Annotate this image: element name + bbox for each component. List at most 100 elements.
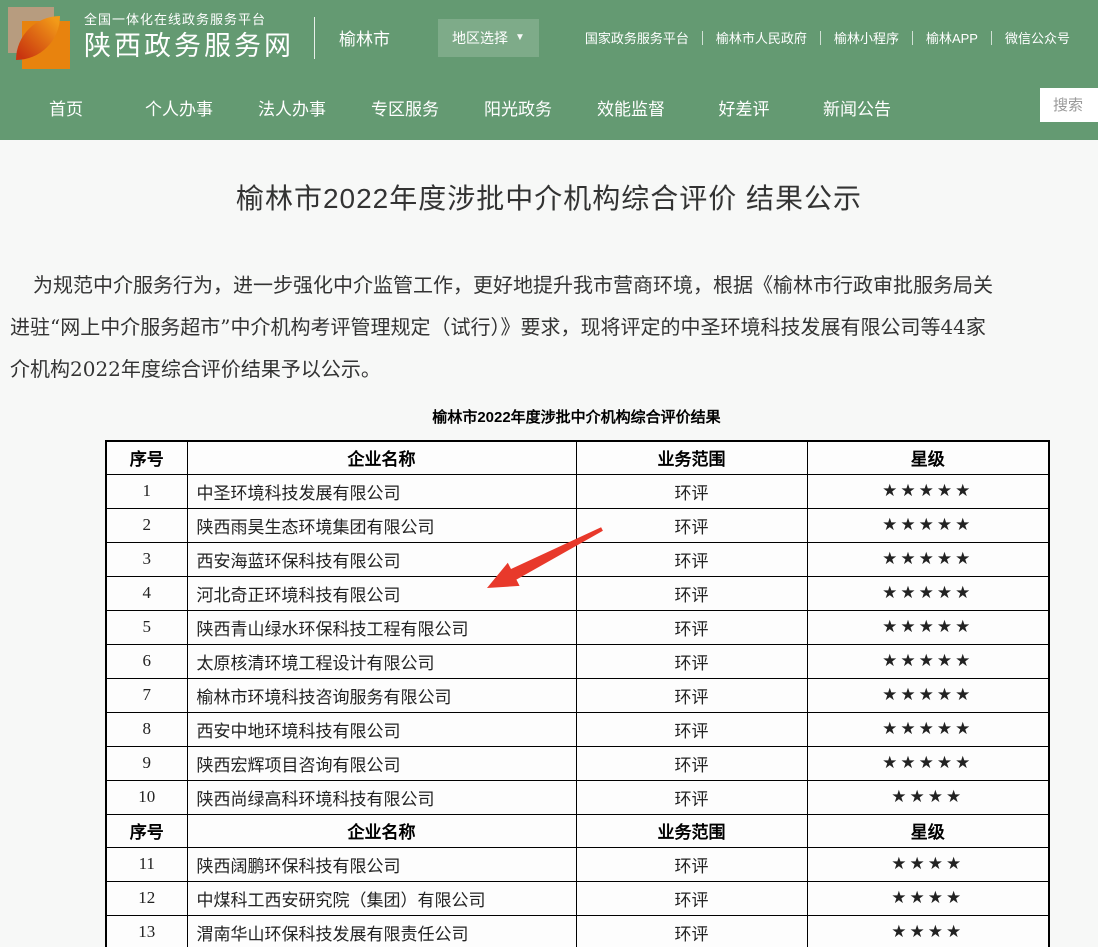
site-name: 陕西政务服务网: [84, 30, 294, 64]
nav-item[interactable]: 新闻公告: [821, 95, 893, 120]
column-header: 星级: [807, 814, 1049, 847]
cell-index: 7: [106, 678, 187, 712]
cell-business-scope: 环评: [576, 915, 807, 947]
nav-item[interactable]: 法人办事: [256, 95, 328, 120]
header-link[interactable]: 微信公众号: [1005, 28, 1070, 47]
cell-business-scope: 环评: [576, 780, 807, 814]
paragraph-line: 为规范中介服务行为，进一步强化中介监管工作，更好地提升我市营商环境，根据《榆林市…: [0, 264, 1098, 306]
cell-company-name: 中煤科工西安研究院（集团）有限公司: [187, 881, 576, 915]
cell-index: 8: [106, 712, 187, 746]
cell-star-rating: ★★★★★: [807, 542, 1049, 576]
paragraph-line: 进驻“网上中介服务超市”中介机构考评管理规定（试行）》要求，现将评定的中圣环境科…: [0, 306, 1098, 348]
cell-company-name: 河北奇正环境科技有限公司: [187, 576, 576, 610]
cell-company-name: 榆林市环境科技咨询服务有限公司: [187, 678, 576, 712]
cell-company-name: 陕西宏辉项目咨询有限公司: [187, 746, 576, 780]
cell-index: 4: [106, 576, 187, 610]
site-header: 全国一体化在线政务服务平台 陕西政务服务网 榆林市 地区选择 ▼ 国家政务服务平…: [0, 0, 1098, 75]
table-header-row: 序号企业名称业务范围星级: [106, 441, 1049, 474]
cell-business-scope: 环评: [576, 508, 807, 542]
cell-index: 3: [106, 542, 187, 576]
site-logo[interactable]: [8, 7, 70, 69]
announcement-article: 榆林市2022年度涉批中介机构综合评价 结果公示 为规范中介服务行为，进一步强化…: [0, 140, 1098, 947]
cell-index: 13: [106, 915, 187, 947]
table-row: 4河北奇正环境科技有限公司环评★★★★★: [106, 576, 1049, 610]
cell-star-rating: ★★★★: [807, 881, 1049, 915]
cell-index: 6: [106, 644, 187, 678]
column-header: 企业名称: [187, 441, 576, 474]
link-separator: [991, 31, 992, 45]
cell-index: 12: [106, 881, 187, 915]
cell-company-name: 中圣环境科技发展有限公司: [187, 474, 576, 508]
nav-item[interactable]: 个人办事: [143, 95, 215, 120]
header-link[interactable]: 国家政务服务平台: [585, 28, 689, 47]
cell-index: 9: [106, 746, 187, 780]
cell-star-rating: ★★★★★: [807, 610, 1049, 644]
cell-business-scope: 环评: [576, 644, 807, 678]
cell-company-name: 渭南华山环保科技发展有限责任公司: [187, 915, 576, 947]
table-row: 9陕西宏辉项目咨询有限公司环评★★★★★: [106, 746, 1049, 780]
cell-company-name: 陕西尚绿高科环境科技有限公司: [187, 780, 576, 814]
cell-business-scope: 环评: [576, 712, 807, 746]
table-row: 12中煤科工西安研究院（集团）有限公司环评★★★★: [106, 881, 1049, 915]
announcement-paragraph: 为规范中介服务行为，进一步强化中介监管工作，更好地提升我市营商环境，根据《榆林市…: [0, 264, 1098, 390]
header-link[interactable]: 榆林APP: [926, 28, 978, 47]
table-row: 7榆林市环境科技咨询服务有限公司环评★★★★★: [106, 678, 1049, 712]
link-separator: [820, 31, 821, 45]
cell-business-scope: 环评: [576, 474, 807, 508]
table-row: 10陕西尚绿高科环境科技有限公司环评★★★★: [106, 780, 1049, 814]
cell-business-scope: 环评: [576, 881, 807, 915]
cell-star-rating: ★★★★★: [807, 712, 1049, 746]
table-container: 序号企业名称业务范围星级1中圣环境科技发展有限公司环评★★★★★2陕西雨昊生态环…: [105, 440, 1048, 947]
table-row: 1中圣环境科技发展有限公司环评★★★★★: [106, 474, 1049, 508]
cell-business-scope: 环评: [576, 576, 807, 610]
cell-business-scope: 环评: [576, 847, 807, 881]
table-row: 13渭南华山环保科技发展有限责任公司环评★★★★: [106, 915, 1049, 947]
cell-index: 5: [106, 610, 187, 644]
cell-star-rating: ★★★★★: [807, 474, 1049, 508]
current-city-link[interactable]: 榆林市: [339, 25, 390, 50]
cell-company-name: 西安海蓝环保科技有限公司: [187, 542, 576, 576]
table-row: 6太原核清环境工程设计有限公司环评★★★★★: [106, 644, 1049, 678]
table-caption: 榆林市2022年度涉批中介机构综合评价结果: [105, 406, 1048, 427]
header-divider: [314, 17, 315, 59]
cell-business-scope: 环评: [576, 678, 807, 712]
column-header: 业务范围: [576, 814, 807, 847]
nav-item[interactable]: 好差评: [708, 95, 780, 120]
cell-star-rating: ★★★★★: [807, 678, 1049, 712]
header-link[interactable]: 榆林小程序: [834, 28, 899, 47]
nav-item[interactable]: 阳光政务: [482, 95, 554, 120]
platform-label: 全国一体化在线政务服务平台: [84, 12, 294, 28]
region-selector-label: 地区选择: [452, 28, 508, 48]
cell-index: 11: [106, 847, 187, 881]
cell-index: 10: [106, 780, 187, 814]
evaluation-table: 序号企业名称业务范围星级1中圣环境科技发展有限公司环评★★★★★2陕西雨昊生态环…: [105, 440, 1050, 947]
chevron-down-icon: ▼: [515, 32, 525, 43]
cell-company-name: 陕西雨昊生态环境集团有限公司: [187, 508, 576, 542]
cell-star-rating: ★★★★: [807, 915, 1049, 947]
cell-star-rating: ★★★★: [807, 847, 1049, 881]
header-link[interactable]: 榆林市人民政府: [716, 28, 807, 47]
cell-company-name: 西安中地环境科技有限公司: [187, 712, 576, 746]
cell-star-rating: ★★★★★: [807, 644, 1049, 678]
nav-item[interactable]: 首页: [30, 95, 102, 120]
link-separator: [912, 31, 913, 45]
table-row: 8西安中地环境科技有限公司环评★★★★★: [106, 712, 1049, 746]
nav-item[interactable]: 专区服务: [369, 95, 441, 120]
table-row: 11陕西阔鹏环保科技有限公司环评★★★★: [106, 847, 1049, 881]
search-input[interactable]: [1040, 88, 1098, 122]
table-row: 5陕西青山绿水环保科技工程有限公司环评★★★★★: [106, 610, 1049, 644]
nav-item[interactable]: 效能监督: [595, 95, 667, 120]
column-header: 业务范围: [576, 441, 807, 474]
column-header: 星级: [807, 441, 1049, 474]
table-row: 2陕西雨昊生态环境集团有限公司环评★★★★★: [106, 508, 1049, 542]
column-header: 序号: [106, 814, 187, 847]
main-nav: 首页 个人办事 法人办事 专区服务 阳光政务 效能监督 好差评 新闻公告: [0, 75, 1098, 140]
region-selector-button[interactable]: 地区选择 ▼: [438, 19, 539, 57]
link-separator: [702, 31, 703, 45]
cell-index: 2: [106, 508, 187, 542]
cell-business-scope: 环评: [576, 610, 807, 644]
evaluation-table-body: 序号企业名称业务范围星级1中圣环境科技发展有限公司环评★★★★★2陕西雨昊生态环…: [106, 441, 1049, 947]
page-title: 榆林市2022年度涉批中介机构综合评价 结果公示: [0, 177, 1098, 217]
cell-index: 1: [106, 474, 187, 508]
header-links: 国家政务服务平台榆林市人民政府榆林小程序榆林APP微信公众号注册: [585, 0, 1098, 75]
